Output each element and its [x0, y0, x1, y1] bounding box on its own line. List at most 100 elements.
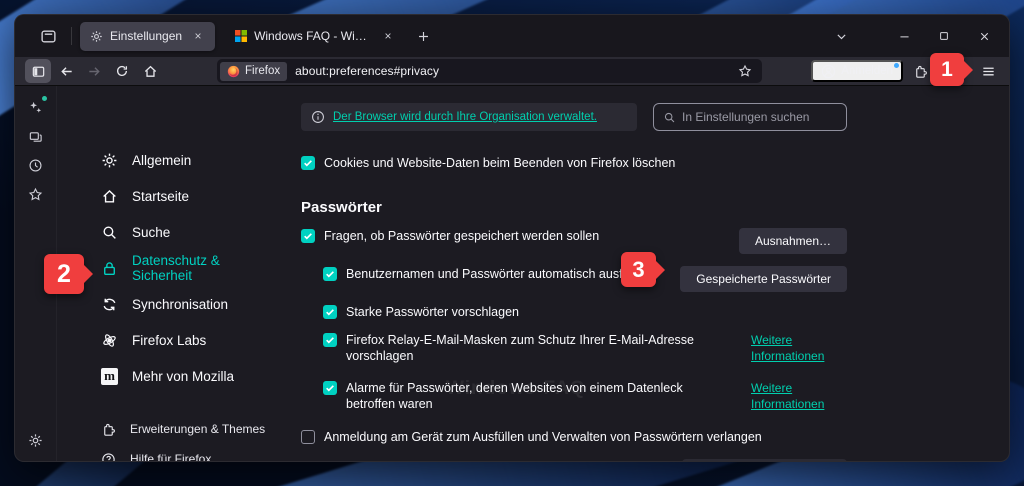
- gear-icon: [90, 30, 103, 43]
- checkbox-breach-alerts[interactable]: [323, 381, 337, 395]
- section-title-passwoerter: Passwörter: [301, 199, 847, 216]
- minimize-icon[interactable]: [887, 22, 921, 50]
- checkbox-os-auth[interactable]: [301, 430, 315, 444]
- bookmark-star-icon[interactable]: [734, 61, 756, 81]
- cookies-clear-row: Cookies und Website-Daten beim Beenden v…: [301, 155, 847, 171]
- history-clock-icon[interactable]: [22, 152, 50, 178]
- sidebar-item-label: Suche: [132, 225, 170, 240]
- sidebar-item-hilfe-fuer-firefox[interactable]: Hilfe für Firefox: [57, 444, 281, 462]
- search-icon: [663, 111, 676, 124]
- identity-chip[interactable]: Firefox: [220, 62, 287, 81]
- relay-masks-row: Firefox Relay-E-Mail-Masken zum Schutz I…: [301, 332, 847, 364]
- ask-save-passwords-row: Fragen, ob Passwörter gespeichert werden…: [301, 228, 847, 254]
- tab-einstellungen[interactable]: Einstellungen ×: [80, 22, 215, 51]
- checkbox-label: Starke Passwörter vorschlagen: [346, 304, 519, 320]
- change-primary-password-button[interactable]: Hauptpasswort ändern…: [682, 459, 847, 462]
- help-icon: [101, 452, 116, 463]
- url-bar[interactable]: Firefox about:preferences#privacy: [217, 59, 762, 83]
- sidebar-item-label: Datenschutz & Sicherheit: [132, 253, 281, 283]
- checkbox-ask-save-passwords[interactable]: [301, 229, 315, 243]
- breach-alerts-row: Alarme für Passwörter, deren Websites vo…: [301, 380, 847, 412]
- settings-search-box[interactable]: [653, 103, 847, 131]
- exceptions-button[interactable]: Ausnahmen…: [739, 228, 847, 254]
- sidebar-item-label: Hilfe für Firefox: [130, 452, 211, 462]
- learn-more-link[interactable]: Weitere Informationen: [751, 381, 824, 411]
- url-text: about:preferences#privacy: [295, 64, 439, 78]
- annotation-marker-1: 1: [930, 53, 964, 86]
- sidebar-item-erweiterungen-themes[interactable]: Erweiterungen & Themes: [57, 414, 281, 444]
- saved-passwords-button[interactable]: Gespeicherte Passwörter: [680, 266, 847, 292]
- checkbox-label: Anmeldung am Gerät zum Ausfüllen und Ver…: [324, 429, 762, 445]
- reload-icon[interactable]: [109, 59, 135, 83]
- settings-search-input[interactable]: [682, 110, 837, 124]
- sidebar-footer: Erweiterungen & Themes Hilfe für Firefox: [57, 414, 281, 462]
- home-icon: [101, 188, 118, 205]
- sidebar-settings-gear-icon[interactable]: [22, 427, 50, 453]
- new-tab-icon[interactable]: [409, 23, 437, 49]
- firefox-logo-icon: [227, 65, 240, 78]
- sidebar-item-label: Erweiterungen & Themes: [130, 422, 265, 436]
- checkbox-label: Alarme für Passwörter, deren Websites vo…: [346, 380, 698, 412]
- close-tab-icon[interactable]: ×: [379, 27, 397, 45]
- sidebar-item-label: Synchronisation: [132, 297, 228, 312]
- identity-chip-label: Firefox: [245, 65, 280, 77]
- firefox-window: Einstellungen × Windows FAQ - Windows 11…: [14, 14, 1010, 462]
- close-tab-icon[interactable]: ×: [189, 27, 207, 45]
- tab-windows-faq[interactable]: Windows FAQ - Windows 11 / 1 ×: [225, 22, 405, 51]
- primary-password-row: Hauptpasswort verwenden Weitere Informat…: [301, 459, 847, 462]
- checkbox-label: Benutzernamen und Passwörter automatisch…: [346, 266, 649, 282]
- sidebar-item-allgemein[interactable]: Allgemein: [57, 142, 281, 178]
- os-auth-row: Anmeldung am Gerät zum Ausfüllen und Ver…: [301, 429, 847, 445]
- sidebar-item-startseite[interactable]: Startseite: [57, 178, 281, 214]
- back-icon[interactable]: [53, 59, 79, 83]
- checkbox-cookies-clear[interactable]: [301, 156, 315, 170]
- checkbox-label: Firefox Relay-E-Mail-Masken zum Schutz I…: [346, 332, 698, 364]
- info-icon: [311, 110, 325, 124]
- synced-tabs-icon[interactable]: [22, 123, 50, 149]
- checkbox-label: Cookies und Website-Daten beim Beenden v…: [324, 155, 675, 171]
- sidebar-item-mehr-von-mozilla[interactable]: m Mehr von Mozilla: [57, 358, 281, 394]
- sidebar-item-suche[interactable]: Suche: [57, 214, 281, 250]
- sidebar-item-label: Firefox Labs: [132, 333, 206, 348]
- checkbox-relay-masks[interactable]: [323, 333, 337, 347]
- ai-chatbot-icon[interactable]: [22, 94, 50, 120]
- forward-icon[interactable]: [81, 59, 107, 83]
- firefox-view-icon[interactable]: [33, 23, 63, 49]
- lock-icon: [101, 260, 118, 277]
- mozilla-logo-icon: m: [101, 368, 118, 385]
- maximize-icon[interactable]: [927, 22, 961, 50]
- annotation-marker-3: 3: [621, 252, 656, 287]
- signin-label: Anmelden: [841, 65, 893, 77]
- puzzle-icon: [101, 422, 116, 437]
- sidebar-item-label: Startseite: [132, 189, 189, 204]
- account-icon: [821, 64, 836, 79]
- tab-bar: Einstellungen × Windows FAQ - Windows 11…: [15, 15, 1009, 57]
- search-icon: [101, 224, 118, 241]
- sidebar-item-firefox-labs[interactable]: Firefox Labs: [57, 322, 281, 358]
- top-line: Der Browser wird durch Ihre Organisation…: [301, 103, 847, 131]
- checkbox-autofill[interactable]: [323, 267, 337, 281]
- menu-hamburger-icon[interactable]: [975, 59, 1001, 83]
- checkbox-label: Fragen, ob Passwörter gespeichert werden…: [324, 228, 599, 244]
- home-icon[interactable]: [137, 59, 163, 83]
- learn-more-link[interactable]: Weitere Informationen: [751, 333, 824, 363]
- sync-icon: [101, 296, 118, 313]
- windows-logo-icon: [235, 30, 247, 42]
- managed-by-org-link[interactable]: Der Browser wird durch Ihre Organisation…: [333, 111, 597, 123]
- autofill-row: Benutzernamen und Passwörter automatisch…: [301, 266, 847, 292]
- sidebar-toggle-icon[interactable]: [25, 59, 51, 83]
- managed-by-org-banner: Der Browser wird durch Ihre Organisation…: [301, 103, 637, 131]
- tab-title: Einstellungen: [110, 29, 182, 43]
- checkbox-strong-passwords[interactable]: [323, 305, 337, 319]
- signin-button[interactable]: Anmelden: [811, 60, 903, 82]
- bookmarks-star-icon[interactable]: [22, 181, 50, 207]
- sidebar-item-synchronisation[interactable]: Synchronisation: [57, 286, 281, 322]
- content-area: Allgemein Startseite Suche Datenschutz &…: [15, 86, 1009, 461]
- tab-title: Windows FAQ - Windows 11 / 1: [254, 29, 372, 43]
- close-window-icon[interactable]: [967, 22, 1001, 50]
- annotation-marker-2: 2: [44, 254, 84, 294]
- list-all-tabs-icon[interactable]: [827, 23, 855, 49]
- gear-icon: [101, 152, 118, 169]
- window-controls: [827, 22, 1001, 50]
- strong-passwords-row: Starke Passwörter vorschlagen: [301, 304, 847, 320]
